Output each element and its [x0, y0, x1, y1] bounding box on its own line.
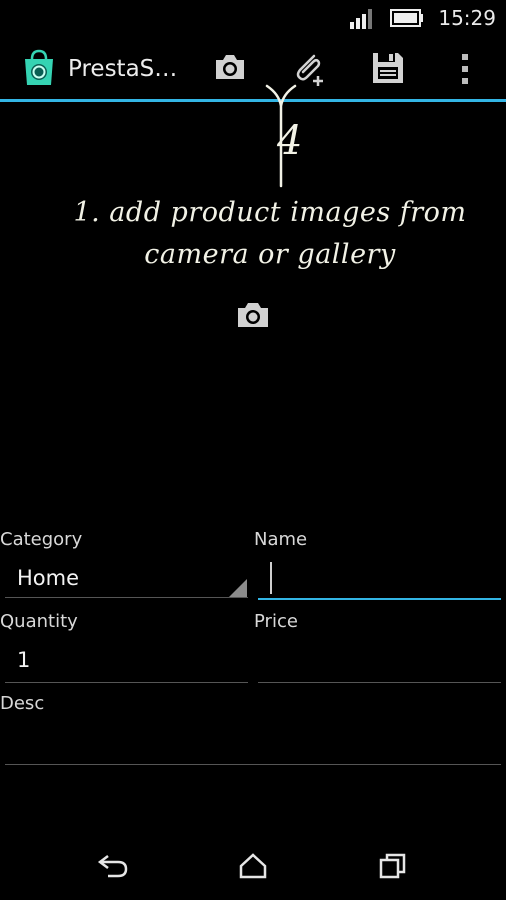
quantity-input[interactable]: 1: [17, 648, 30, 672]
status-right: 15:29: [350, 6, 496, 30]
quantity-underline: [5, 682, 248, 683]
add-image-camera-icon[interactable]: [236, 300, 270, 330]
hint-line-2: camera or gallery: [144, 239, 396, 270]
status-time: 15:29: [438, 6, 496, 30]
desc-label: Desc: [0, 693, 45, 714]
name-input[interactable]: [273, 562, 493, 594]
camera-icon[interactable]: [213, 50, 247, 84]
hint-arrow-label: 4: [276, 118, 302, 164]
spinner-indicator-icon: [229, 579, 247, 597]
desc-underline: [5, 764, 501, 765]
home-icon[interactable]: [238, 852, 268, 880]
category-spinner-value[interactable]: Home: [17, 566, 79, 590]
hint-line-1: 1. add product images from: [73, 197, 467, 228]
price-underline: [258, 682, 501, 683]
battery-icon: [390, 9, 424, 27]
category-underline: [5, 597, 248, 598]
nav-bar: [0, 830, 506, 900]
hint-text: 1. add product images from camera or gal…: [30, 192, 506, 276]
desc-input[interactable]: [10, 728, 490, 760]
hint-arrow: 4: [265, 84, 302, 188]
name-label: Name: [254, 529, 308, 550]
recents-icon[interactable]: [378, 852, 408, 880]
signal-icon: [350, 9, 373, 29]
shop-bag-icon[interactable]: [22, 49, 56, 87]
save-icon[interactable]: [370, 50, 406, 86]
quantity-label: Quantity: [0, 611, 78, 632]
category-label: Category: [0, 529, 83, 550]
price-input[interactable]: [263, 645, 493, 677]
price-label: Price: [254, 611, 298, 632]
back-icon[interactable]: [96, 852, 130, 880]
action-bar-divider: [0, 99, 506, 102]
text-cursor: [270, 562, 272, 594]
app-title[interactable]: PrestaS…: [68, 56, 177, 82]
overflow-icon[interactable]: [458, 52, 472, 86]
name-underline: [258, 598, 501, 600]
status-bar: 15:29: [0, 0, 506, 38]
